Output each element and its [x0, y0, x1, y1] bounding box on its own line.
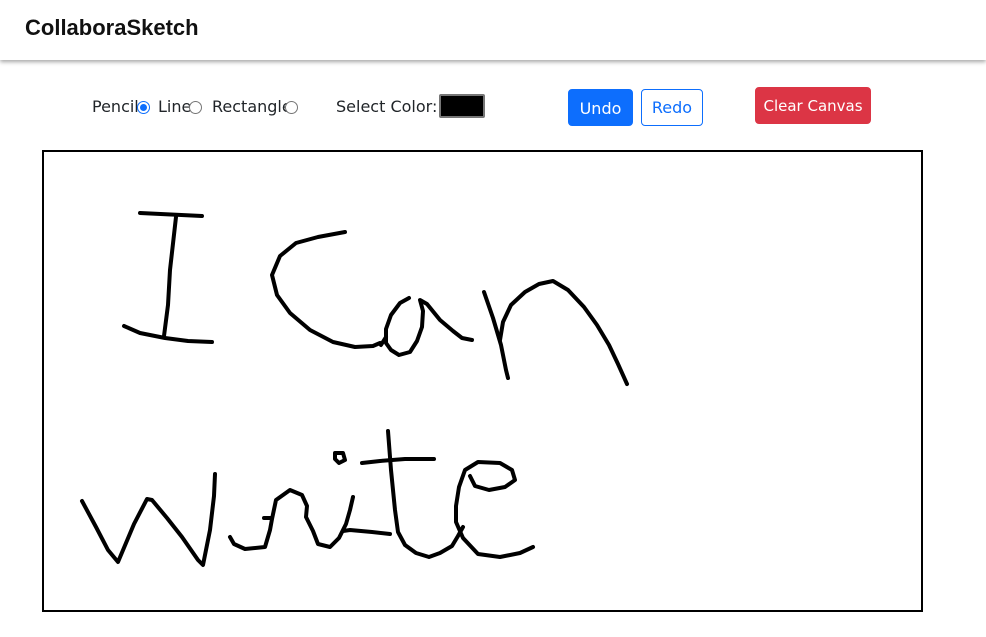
app-brand[interactable]: CollaboraSketch: [25, 15, 199, 41]
stroke: [138, 211, 204, 218]
redo-button[interactable]: Redo: [641, 89, 703, 126]
stroke: [360, 457, 436, 465]
stroke: [341, 528, 392, 536]
stroke: [270, 230, 382, 349]
clear-canvas-button[interactable]: Clear Canvas: [755, 87, 871, 124]
stroke: [498, 279, 629, 386]
stroke: [122, 324, 214, 344]
stroke: [162, 215, 178, 338]
tool-radio-rectangle[interactable]: [285, 101, 298, 114]
drawing-canvas[interactable]: [42, 150, 923, 612]
tool-radio-pencil[interactable]: [137, 101, 150, 114]
tool-label-pencil: Pencil: [92, 97, 139, 116]
color-label: Select Color:: [336, 97, 438, 116]
stroke: [384, 296, 474, 357]
stroke: [333, 451, 347, 465]
color-picker-fill: [443, 98, 481, 114]
color-picker[interactable]: [439, 94, 485, 118]
tool-label-line: Line: [158, 97, 192, 116]
stroke: [228, 488, 355, 551]
navbar: CollaboraSketch: [0, 0, 986, 60]
stroke: [482, 290, 510, 380]
drawing-strokes: [80, 211, 629, 567]
stroke: [386, 429, 465, 559]
tool-radio-line[interactable]: [189, 101, 202, 114]
stroke: [80, 472, 217, 567]
tool-label-rectangle: Rectangle: [212, 97, 292, 116]
stroke: [454, 460, 535, 559]
undo-button[interactable]: Undo: [568, 89, 633, 126]
